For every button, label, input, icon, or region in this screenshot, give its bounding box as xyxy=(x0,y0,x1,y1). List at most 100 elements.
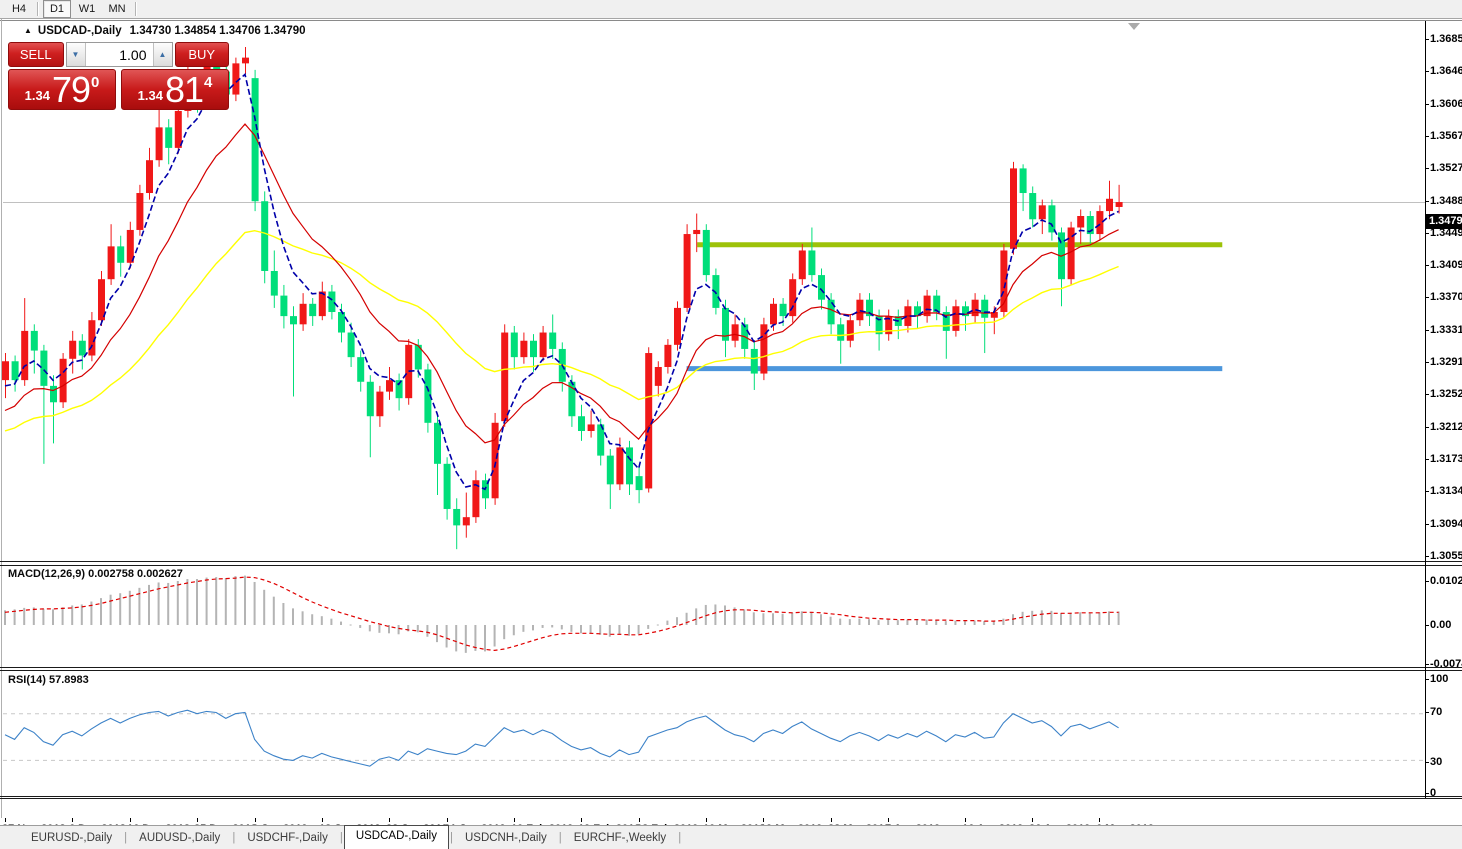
sell-button[interactable]: SELL xyxy=(8,42,64,67)
volume-decrease-icon[interactable]: ▼ xyxy=(66,43,86,66)
volume-stepper: ▼ 1.00 ▲ xyxy=(65,42,173,67)
rsi-tick: 30 xyxy=(1425,756,1442,768)
axis-tick xyxy=(1425,556,1429,557)
price-tick: 1.33700 xyxy=(1425,291,1462,303)
buy-price-sup: 4 xyxy=(204,74,213,91)
buy-price-big: 81 xyxy=(164,69,204,110)
axis-tick xyxy=(1425,362,1429,363)
axis-tick xyxy=(1425,793,1429,794)
date-tick-mark xyxy=(389,818,390,822)
axis-tick xyxy=(1425,394,1429,395)
axis-tick xyxy=(1425,581,1429,582)
date-tick-mark xyxy=(72,818,73,822)
price-tick: 1.30940 xyxy=(1425,518,1462,530)
axis-tick xyxy=(1425,71,1429,72)
macd-tick: 0.010229 xyxy=(1425,575,1462,587)
toolbar-separator xyxy=(37,2,39,16)
timeframe-h4[interactable]: H4 xyxy=(5,0,33,18)
chart-title: ▲ USDCAD-,Daily 1.34730 1.34854 1.34706 1.… xyxy=(24,25,306,37)
tab-usdcnh-daily[interactable]: USDCNH-,Daily xyxy=(454,828,558,849)
date-tick-mark xyxy=(255,818,256,822)
sell-price-big: 79 xyxy=(51,69,91,110)
timeframe-w1[interactable]: W1 xyxy=(73,0,101,18)
price-tick: 1.36460 xyxy=(1425,65,1462,77)
date-tick-mark xyxy=(763,818,764,822)
buy-price-panel[interactable]: 1.34 81 4 xyxy=(121,69,229,110)
axis-tick xyxy=(1425,297,1429,298)
axis-tick xyxy=(1425,168,1429,169)
volume-input[interactable]: 1.00 xyxy=(86,43,153,66)
price-tick: 1.30550 xyxy=(1425,550,1462,562)
date-tick-mark xyxy=(706,818,707,822)
axis-tick xyxy=(1425,427,1429,428)
price-tick: 1.32520 xyxy=(1425,388,1462,400)
rsi-tick: 100 xyxy=(1425,673,1448,685)
price-tick: 1.35670 xyxy=(1425,130,1462,142)
macd-tick: -0.007477 xyxy=(1425,658,1462,670)
axis-tick xyxy=(1425,265,1429,266)
price-tick: 1.32120 xyxy=(1425,421,1462,433)
buy-price-prefix: 1.34 xyxy=(137,88,163,103)
price-tick: 1.36060 xyxy=(1425,98,1462,110)
axis-tick xyxy=(1425,136,1429,137)
axis-tick xyxy=(1425,201,1429,202)
axis-tick xyxy=(1425,762,1429,763)
tab-eurusd-daily[interactable]: EURUSD-,Daily xyxy=(20,828,123,849)
tab-eurchf-weekly[interactable]: EURCHF-,Weekly xyxy=(563,828,677,849)
axis-tick xyxy=(1425,39,1429,40)
macd-tick: 0.00 xyxy=(1425,619,1451,631)
rsi-tick: 70 xyxy=(1425,706,1442,718)
axis-tick xyxy=(1425,104,1429,105)
sell-price-panel[interactable]: 1.34 79 0 xyxy=(8,69,116,110)
rsi-tick: 0 xyxy=(1425,787,1436,799)
date-tick-mark xyxy=(322,818,323,822)
axis-tick xyxy=(1425,664,1429,665)
date-tick-mark xyxy=(831,818,832,822)
price-tick: 1.31340 xyxy=(1425,485,1462,497)
symbol-tab-bar: EURUSD-,Daily | AUDUSD-,Daily | USDCHF-,Dail… xyxy=(0,825,1462,849)
tab-audusd-daily[interactable]: AUDUSD-,Daily xyxy=(128,828,231,849)
date-tick-mark xyxy=(1032,818,1033,822)
date-tick-mark xyxy=(514,818,515,822)
tab-usdchf-daily[interactable]: USDCHF-,Daily xyxy=(236,828,339,849)
date-tick-mark xyxy=(5,818,6,822)
date-tick-mark xyxy=(888,818,889,822)
date-tick-mark xyxy=(581,818,582,822)
sell-price-sup: 0 xyxy=(91,74,100,91)
price-tick: 1.35270 xyxy=(1425,162,1462,174)
price-tick: 1.32910 xyxy=(1425,356,1462,368)
price-tick: 1.34880 xyxy=(1425,195,1462,207)
axis-tick xyxy=(1425,712,1429,713)
tab-usdcad-daily[interactable]: USDCAD-,Daily xyxy=(343,825,449,849)
volume-increase-icon[interactable]: ▲ xyxy=(152,43,172,66)
buy-button[interactable]: BUY xyxy=(174,42,229,67)
ohlc-values: 1.34730 1.34854 1.34706 1.34790 xyxy=(129,25,306,37)
date-tick-mark xyxy=(965,818,966,822)
axis-tick xyxy=(1425,679,1429,680)
timeframe-d1[interactable]: D1 xyxy=(43,0,71,18)
symbol-name: USDCAD-,Daily xyxy=(37,25,122,37)
date-tick-mark xyxy=(447,818,448,822)
rsi-label: RSI(14) 57.8983 xyxy=(8,674,89,686)
price-tick: 1.36850 xyxy=(1425,33,1462,45)
main-chart-canvas[interactable] xyxy=(0,19,1462,825)
axis-tick xyxy=(1425,625,1429,626)
one-click-trade-panel: SELL ▼ 1.00 ▲ BUY 1.34 79 0 1.34 81 4 xyxy=(8,42,229,110)
chart-shift-icon[interactable] xyxy=(1128,23,1140,30)
terminal-window: H4 D1 W1 MN ▲ USDCAD-,Daily 1.34730 1.34854 1… xyxy=(0,0,1462,849)
axis-tick xyxy=(1425,491,1429,492)
price-tick: 1.31730 xyxy=(1425,453,1462,465)
tab-separator: | xyxy=(678,831,682,844)
macd-label: MACD(12,26,9) 0.002758 0.002627 xyxy=(8,568,183,580)
axis-tick xyxy=(1425,459,1429,460)
collapse-triangle-icon[interactable]: ▲ xyxy=(24,26,32,35)
axis-tick xyxy=(1425,524,1429,525)
toolbar-separator xyxy=(135,2,137,16)
current-price-badge: 1.34790 xyxy=(1425,214,1462,229)
timeframe-mn[interactable]: MN xyxy=(103,0,131,18)
date-tick-mark xyxy=(197,818,198,822)
chart-frame: ▲ USDCAD-,Daily 1.34730 1.34854 1.34706 1.… xyxy=(0,19,1462,843)
price-tick: 1.34090 xyxy=(1425,259,1462,271)
date-tick-mark xyxy=(130,818,131,822)
axis-tick xyxy=(1425,233,1429,234)
